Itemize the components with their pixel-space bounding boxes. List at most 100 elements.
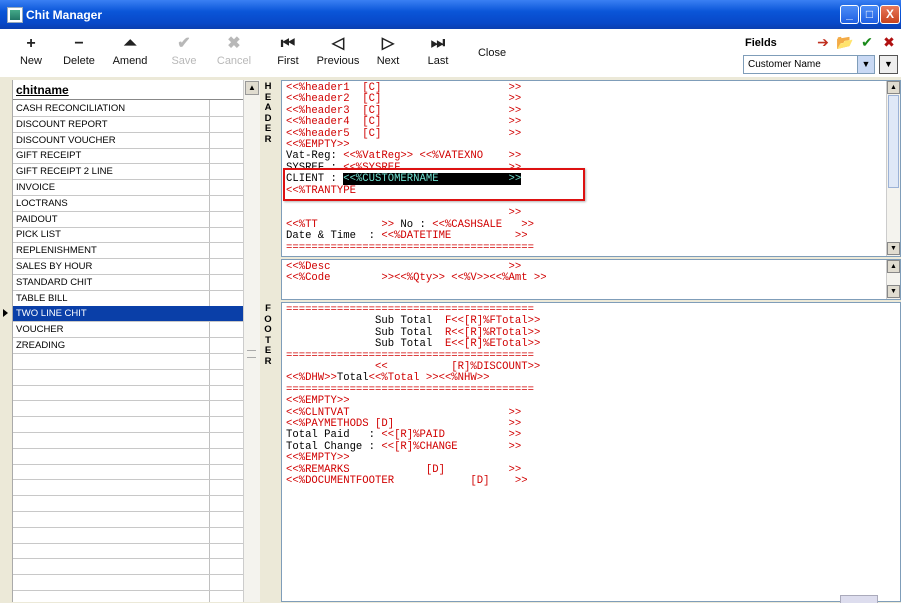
template-line[interactable]: <<%EMPTY>> (286, 452, 350, 464)
table-row[interactable]: STANDARD CHIT (13, 275, 243, 291)
empty-row[interactable] (13, 512, 243, 528)
template-line[interactable]: <<%CLNTVAT >> (286, 407, 521, 419)
template-line[interactable]: <<%Desc >> (286, 261, 521, 273)
table-row[interactable]: TWO LINE CHIT (13, 306, 243, 323)
reject-icon[interactable]: ✖ (880, 33, 898, 51)
table-row[interactable]: PICK LIST (13, 227, 243, 244)
empty-row[interactable] (13, 354, 243, 370)
current-row-marker-icon (3, 309, 8, 318)
empty-row[interactable] (13, 417, 243, 433)
template-line[interactable]: <<%header5 [C] >> (286, 128, 521, 140)
footer-template-editor[interactable]: ======================================= … (281, 302, 901, 602)
template-line[interactable]: <<%REMARKS [D] >> (286, 464, 521, 476)
empty-row[interactable] (13, 543, 243, 560)
table-row[interactable]: DISCOUNT REPORT (13, 117, 243, 133)
save-button[interactable]: ✔ Save (160, 33, 208, 75)
empty-row[interactable] (13, 496, 243, 512)
chevron-down-icon[interactable]: ▼ (857, 56, 874, 73)
template-line[interactable]: <<%TT >> No : <<%CASHSALE >> (286, 219, 534, 231)
template-line[interactable]: <<%EMPTY>> (286, 139, 350, 151)
first-button[interactable]: ⏮ First (264, 33, 312, 75)
template-line[interactable]: <<%DOCUMENTFOOTER [D] >> (286, 475, 528, 487)
accept-icon[interactable]: ✔ (858, 33, 876, 51)
table-row[interactable]: DISCOUNT VOUCHER (13, 133, 243, 149)
body-template-editor[interactable]: <<%Desc >> <<%Code >><<%Qty>> <<%V>><<%A… (281, 259, 901, 300)
template-line[interactable]: << [R]%DISCOUNT>> (286, 361, 540, 373)
template-line[interactable]: <<%DHW>>Total<<%Total >><<%NHW>> (286, 372, 489, 384)
field-dropdown[interactable]: Customer Name ▼ (743, 55, 875, 74)
scroll-thumb[interactable] (888, 95, 899, 188)
header-editor-scrollbar[interactable]: ▲ ▼ (886, 81, 900, 256)
column-header-chitname[interactable]: chitname (13, 80, 243, 100)
body-template-text[interactable]: <<%Desc >> <<%Code >><<%Qty>> <<%V>><<%A… (282, 260, 900, 285)
scroll-down-icon[interactable]: ▼ (887, 285, 900, 298)
template-line[interactable]: <<%EMPTY>> (286, 395, 350, 407)
new-button[interactable]: + New (7, 33, 55, 75)
table-row[interactable]: REPLENISHMENT (13, 243, 243, 260)
close-window-button[interactable]: X (880, 5, 900, 24)
new-icon: + (26, 35, 36, 52)
table-row[interactable]: SALES BY HOUR (13, 259, 243, 275)
template-line[interactable]: Total Change : <<[R]%CHANGE >> (286, 441, 521, 453)
empty-row[interactable] (13, 528, 243, 544)
empty-row[interactable] (13, 464, 243, 481)
scroll-up-icon[interactable]: ▲ (245, 81, 259, 95)
scroll-down-icon[interactable]: ▼ (887, 242, 900, 255)
template-line[interactable]: Total Paid : <<[R]%PAID >> (286, 429, 521, 441)
next-button[interactable]: ▷ Next (364, 33, 412, 75)
empty-row[interactable] (13, 449, 243, 465)
previous-button[interactable]: ◁ Previous (314, 33, 362, 75)
template-line[interactable]: <<%header3 [C] >> (286, 105, 521, 117)
table-row[interactable]: GIFT RECEIPT 2 LINE (13, 164, 243, 181)
empty-row[interactable] (13, 370, 243, 386)
empty-row[interactable] (13, 433, 243, 449)
template-line[interactable]: Vat-Reg: <<%VatReg>> <<%VATEXNO >> (286, 150, 521, 162)
table-row[interactable]: GIFT RECEIPT (13, 148, 243, 165)
template-line[interactable]: Sub Total F<<[R]%FTotal>> (286, 315, 540, 327)
template-line[interactable]: <<%header4 [C] >> (286, 116, 521, 128)
empty-row[interactable] (13, 575, 243, 591)
template-line[interactable]: Sub Total R<<[R]%RTotal>> (286, 327, 540, 339)
cancel-button[interactable]: ✖ Cancel (210, 33, 258, 75)
delete-button[interactable]: − Delete (55, 33, 103, 75)
open-folder-icon[interactable]: 📂 (836, 33, 854, 51)
highlight-box (283, 168, 585, 201)
table-row[interactable]: ZREADING (13, 338, 243, 354)
table-row[interactable]: LOCTRANS (13, 196, 243, 212)
template-line[interactable]: Sub Total E<<[R]%ETotal>> (286, 338, 540, 350)
template-line[interactable]: ======================================= (286, 242, 534, 254)
body-editor-scrollbar[interactable]: ▲ ▼ (886, 260, 900, 299)
template-line[interactable]: Date & Time : <<%DATETIME >> (286, 230, 528, 242)
scroll-up-icon[interactable]: ▲ (887, 260, 900, 273)
minimize-button[interactable]: _ (840, 5, 859, 24)
table-row[interactable]: PAIDOUT (13, 212, 243, 228)
last-button[interactable]: ⏭ Last (414, 33, 462, 75)
template-line[interactable]: <<%Code >><<%Qty>> <<%V>><<%Amt >> (286, 272, 547, 284)
empty-row[interactable] (13, 401, 243, 418)
empty-row[interactable] (13, 385, 243, 402)
amend-button[interactable]: ⏶ Amend (106, 33, 154, 75)
template-line[interactable]: ======================================= (286, 304, 534, 316)
footer-template-text[interactable]: ======================================= … (282, 303, 900, 488)
template-line[interactable]: ======================================= (286, 384, 534, 396)
template-line[interactable]: >> (286, 207, 522, 219)
grid-scrollbar[interactable]: ▲ (243, 80, 260, 602)
template-line[interactable]: ======================================= (286, 350, 534, 362)
template-line[interactable]: <<%header1 [C] >> (286, 82, 521, 94)
table-row[interactable]: INVOICE (13, 180, 243, 196)
empty-row[interactable] (13, 480, 243, 497)
maximize-button[interactable]: □ (860, 5, 879, 24)
export-field-icon[interactable]: ➔ (814, 33, 832, 51)
scroll-grip-icon[interactable] (247, 350, 256, 358)
table-row[interactable]: TABLE BILL (13, 291, 243, 307)
table-row[interactable]: VOUCHER (13, 322, 243, 339)
chitname-cell: GIFT RECEIPT (16, 150, 82, 162)
table-row[interactable]: CASH RECONCILIATION (13, 101, 243, 117)
insert-field-button[interactable]: ▼ (879, 55, 898, 74)
template-line[interactable]: <<%header2 [C] >> (286, 93, 521, 105)
empty-row[interactable] (13, 559, 243, 576)
cancel-label: Cancel (216, 55, 252, 67)
template-line[interactable]: <<%PAYMETHODS [D] >> (286, 418, 521, 430)
scroll-up-icon[interactable]: ▲ (887, 81, 900, 94)
close-button[interactable]: Close (468, 33, 516, 75)
